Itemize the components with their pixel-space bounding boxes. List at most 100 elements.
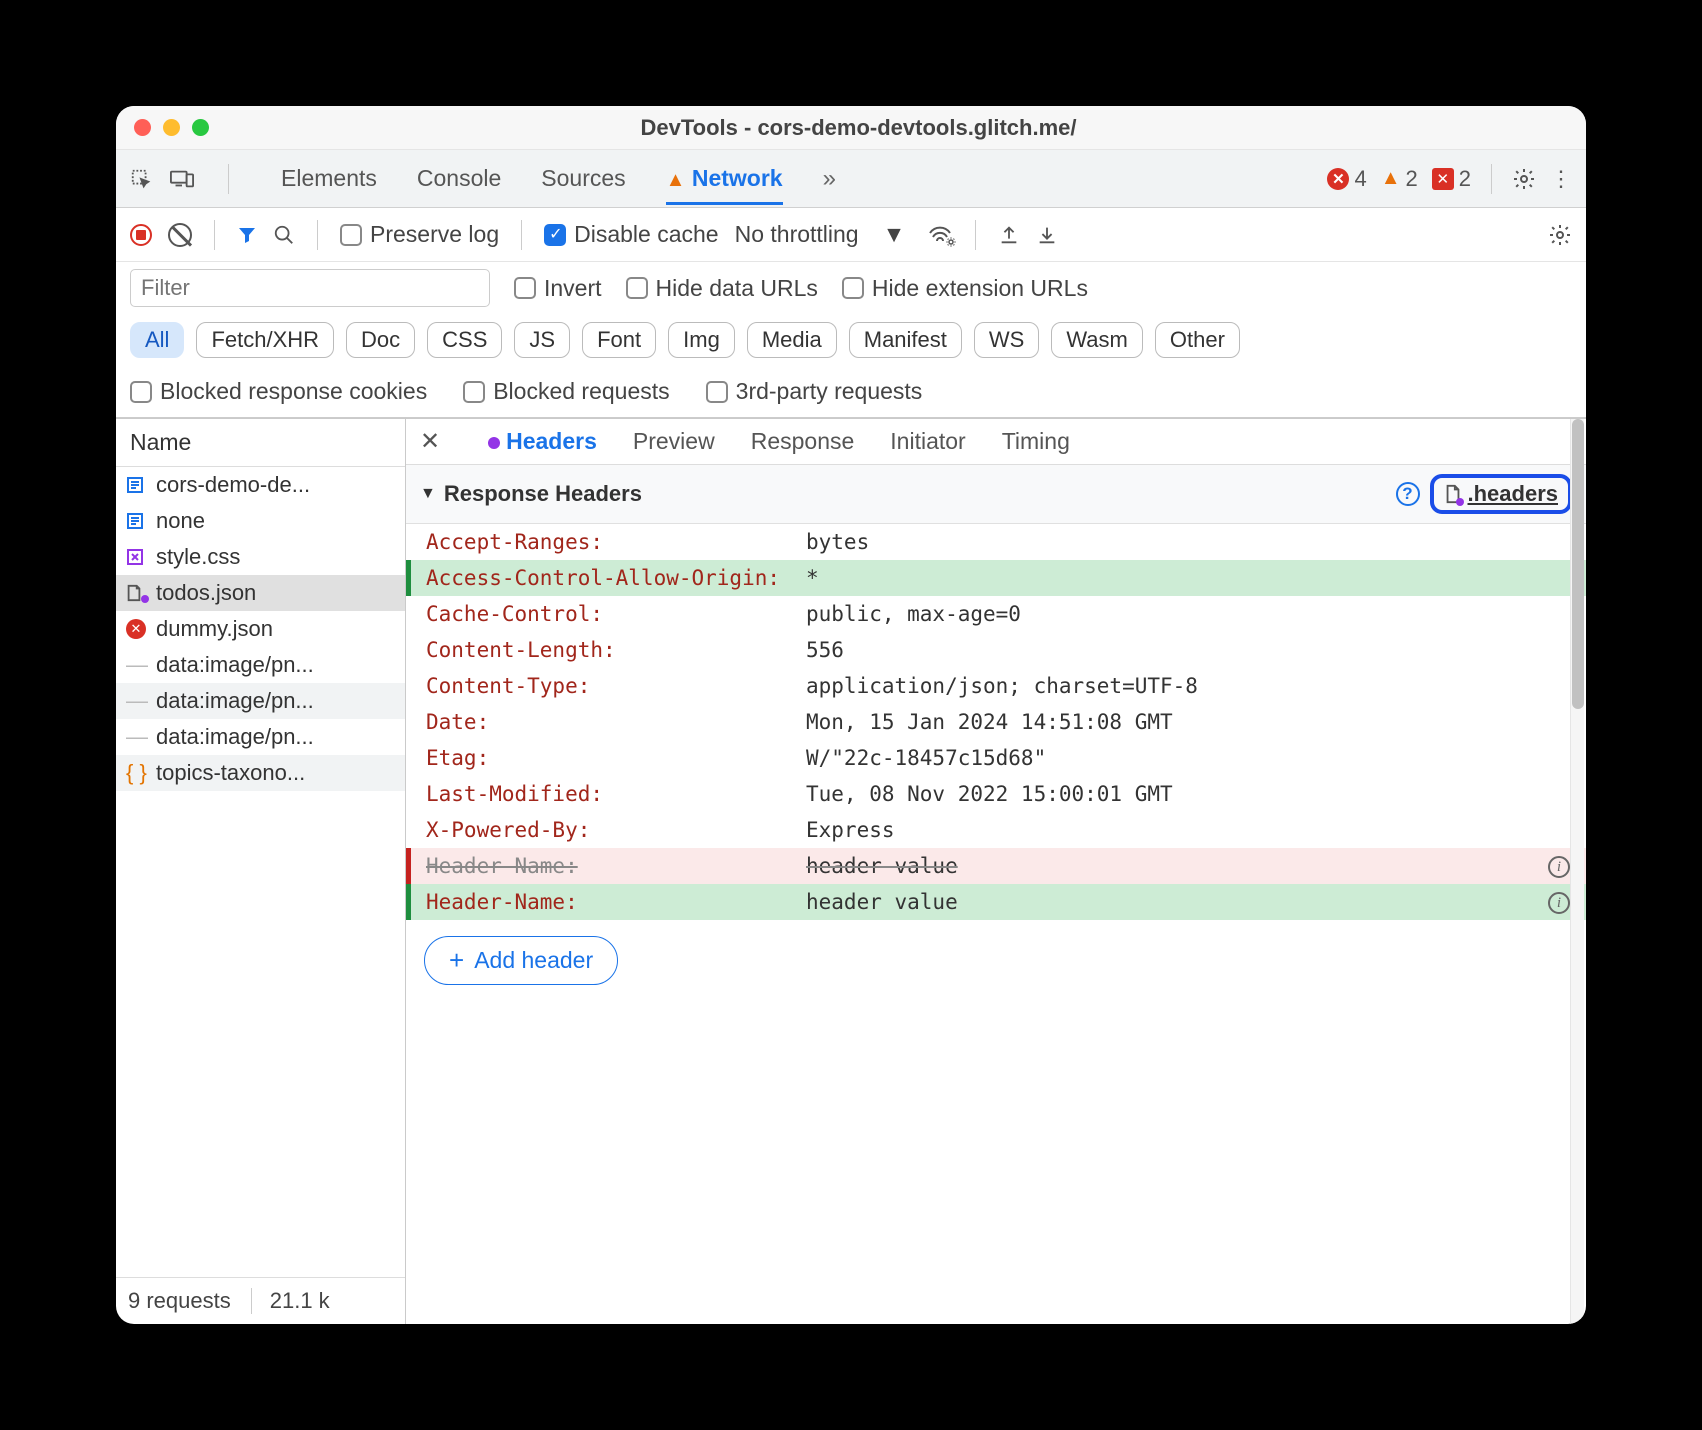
requests-count: 9 requests: [128, 1288, 231, 1314]
extra-filters-row: Blocked response cookies Blocked request…: [116, 366, 1586, 418]
download-icon[interactable]: [1036, 224, 1058, 246]
clear-button[interactable]: [168, 223, 192, 247]
header-value: header value: [806, 854, 958, 878]
settings-button[interactable]: [1512, 167, 1536, 191]
error-icon: ✕: [126, 619, 146, 639]
transfer-size: 21.1 k: [251, 1288, 330, 1314]
hide-extension-urls-checkbox[interactable]: Hide extension URLs: [842, 275, 1088, 302]
request-name: none: [156, 508, 205, 534]
request-item[interactable]: none: [116, 503, 405, 539]
css-icon: [126, 548, 146, 566]
filter-icon[interactable]: [237, 225, 257, 245]
type-filter-other[interactable]: Other: [1155, 322, 1240, 358]
headers-override-link[interactable]: .headers: [1430, 474, 1573, 514]
type-filter-media[interactable]: Media: [747, 322, 837, 358]
timing-tab[interactable]: Timing: [1002, 428, 1070, 455]
type-filter-wasm[interactable]: Wasm: [1051, 322, 1143, 358]
throttling-value: No throttling: [735, 221, 859, 248]
type-filter-fetch[interactable]: Fetch/XHR: [196, 322, 334, 358]
tab-network[interactable]: ▲ Network: [666, 165, 783, 205]
request-item[interactable]: —data:image/pn...: [116, 647, 405, 683]
throttling-select[interactable]: No throttling▼: [735, 221, 906, 248]
name-column-header[interactable]: Name: [116, 419, 405, 467]
headers-tab-label: Headers: [506, 428, 597, 454]
header-value: Express: [806, 818, 895, 842]
minimize-window-button[interactable]: [163, 119, 180, 136]
header-row[interactable]: Header-Name:header valuei: [406, 884, 1586, 920]
info-icon[interactable]: i: [1548, 856, 1570, 878]
tab-console[interactable]: Console: [417, 165, 501, 192]
header-row[interactable]: Last-Modified:Tue, 08 Nov 2022 15:00:01 …: [406, 776, 1586, 812]
header-row[interactable]: Date:Mon, 15 Jan 2024 14:51:08 GMT: [406, 704, 1586, 740]
request-name: style.css: [156, 544, 240, 570]
request-name: data:image/pn...: [156, 652, 314, 678]
type-filter-doc[interactable]: Doc: [346, 322, 415, 358]
type-filter-css[interactable]: CSS: [427, 322, 502, 358]
blocked-cookies-checkbox[interactable]: Blocked response cookies: [130, 378, 427, 405]
preview-tab[interactable]: Preview: [633, 428, 715, 455]
header-row[interactable]: Content-Length:556: [406, 632, 1586, 668]
filter-input[interactable]: [130, 269, 490, 307]
hide-data-urls-checkbox[interactable]: Hide data URLs: [626, 275, 818, 302]
device-icon[interactable]: [170, 168, 194, 190]
invert-checkbox[interactable]: Invert: [514, 275, 602, 302]
disclosure-icon: ▼: [420, 485, 436, 503]
more-tabs-button[interactable]: »: [823, 165, 836, 193]
request-item[interactable]: ✕dummy.json: [116, 611, 405, 647]
request-item[interactable]: todos.json: [116, 575, 405, 611]
header-name: Last-Modified:: [426, 782, 806, 806]
preserve-log-checkbox[interactable]: Preserve log: [340, 221, 499, 248]
header-row[interactable]: Header-Name:header valuei: [406, 848, 1586, 884]
close-details-button[interactable]: ✕: [420, 427, 440, 456]
add-header-button[interactable]: + Add header: [424, 936, 618, 985]
request-item[interactable]: cors-demo-de...: [116, 467, 405, 503]
inspect-icon[interactable]: [130, 168, 152, 190]
request-name: data:image/pn...: [156, 724, 314, 750]
response-tab[interactable]: Response: [751, 428, 855, 455]
network-conditions-icon[interactable]: [927, 224, 953, 246]
header-name: X-Powered-By:: [426, 818, 806, 842]
network-settings-button[interactable]: [1548, 223, 1572, 247]
close-window-button[interactable]: [134, 119, 151, 136]
search-icon[interactable]: [273, 224, 295, 246]
request-name: todos.json: [156, 580, 256, 606]
request-item[interactable]: —data:image/pn...: [116, 719, 405, 755]
tab-sources[interactable]: Sources: [541, 165, 625, 192]
initiator-tab[interactable]: Initiator: [890, 428, 965, 455]
header-row[interactable]: Etag:W/"22c-18457c15d68": [406, 740, 1586, 776]
info-icon[interactable]: i: [1548, 892, 1570, 914]
response-headers-title-row[interactable]: ▼ Response Headers ? .headers: [406, 465, 1586, 524]
request-item[interactable]: —data:image/pn...: [116, 683, 405, 719]
header-row[interactable]: Accept-Ranges:bytes: [406, 524, 1586, 560]
header-row[interactable]: X-Powered-By:Express: [406, 812, 1586, 848]
details-panel: ✕ Headers Preview Response Initiator Tim…: [406, 419, 1586, 1324]
hide-extension-urls-label: Hide extension URLs: [872, 275, 1088, 302]
kebab-menu-button[interactable]: ⋮: [1550, 166, 1572, 192]
type-filter-js[interactable]: JS: [514, 322, 570, 358]
help-icon[interactable]: ?: [1396, 482, 1420, 506]
blocked-requests-checkbox[interactable]: Blocked requests: [463, 378, 669, 405]
request-item[interactable]: { }topics-taxono...: [116, 755, 405, 791]
upload-icon[interactable]: [998, 224, 1020, 246]
type-filter-img[interactable]: Img: [668, 322, 735, 358]
tab-elements[interactable]: Elements: [281, 165, 377, 192]
issue-count[interactable]: 2: [1459, 166, 1471, 192]
type-filter-all[interactable]: All: [130, 322, 184, 358]
request-item[interactable]: style.css: [116, 539, 405, 575]
warning-count[interactable]: 2: [1406, 166, 1418, 192]
header-row[interactable]: Content-Type:application/json; charset=U…: [406, 668, 1586, 704]
type-filter-font[interactable]: Font: [582, 322, 656, 358]
header-name: Cache-Control:: [426, 602, 806, 626]
type-filter-manifest[interactable]: Manifest: [849, 322, 962, 358]
headers-tab[interactable]: Headers: [488, 428, 597, 455]
maximize-window-button[interactable]: [192, 119, 209, 136]
record-button[interactable]: [130, 224, 152, 246]
error-count[interactable]: 4: [1354, 166, 1366, 192]
third-party-checkbox[interactable]: 3rd-party requests: [706, 378, 923, 405]
file-icon: [1444, 484, 1462, 504]
header-row[interactable]: Cache-Control:public, max-age=0: [406, 596, 1586, 632]
scrollbar-thumb[interactable]: [1572, 419, 1584, 709]
header-row[interactable]: Access-Control-Allow-Origin:*: [406, 560, 1586, 596]
type-filter-ws[interactable]: WS: [974, 322, 1039, 358]
disable-cache-checkbox[interactable]: Disable cache: [544, 221, 718, 248]
